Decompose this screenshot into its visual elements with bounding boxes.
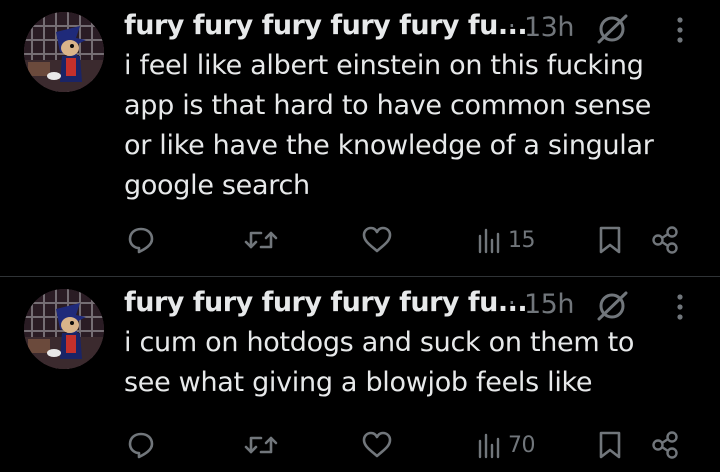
post-actions: 15 <box>0 222 720 258</box>
share-button[interactable] <box>650 222 680 258</box>
reply-button[interactable] <box>126 222 156 258</box>
views-button[interactable]: 15 <box>476 222 536 258</box>
post-timestamp[interactable]: 13h <box>524 12 574 43</box>
repost-button[interactable] <box>244 222 278 258</box>
repost-button[interactable] <box>244 427 278 463</box>
like-button[interactable] <box>361 222 393 258</box>
views-icon <box>478 228 500 254</box>
separator-dot: · <box>508 289 516 317</box>
post-text: i cum on hotdogs and suck on them to see… <box>124 323 704 403</box>
post-header: fury fury fury fury fury fu... · 13h <box>124 8 720 48</box>
post-text-line: see what giving a blowjob feels like <box>124 367 593 398</box>
views-count: 70 <box>508 432 536 458</box>
like-button[interactable] <box>361 427 393 463</box>
repost-icon <box>244 436 278 454</box>
views-icon <box>478 433 500 459</box>
avatar[interactable] <box>24 12 104 92</box>
post-text-line: app is that hard to have common sense <box>124 90 652 121</box>
share-icon <box>652 226 678 254</box>
heart-icon <box>362 431 392 458</box>
bookmark-button[interactable] <box>597 222 623 258</box>
reply-button[interactable] <box>126 427 156 463</box>
author-name[interactable]: fury fury fury fury fury fu... <box>124 287 528 318</box>
post[interactable]: fury fury fury fury fury fu... · 13h i f… <box>0 0 720 276</box>
author-name[interactable]: fury fury fury fury fury fu... <box>124 10 528 41</box>
repost-icon <box>244 231 278 249</box>
reply-icon <box>128 432 154 459</box>
avatar-image <box>24 12 104 92</box>
bookmark-icon <box>599 431 621 459</box>
slashed-circle-icon <box>595 14 629 44</box>
separator-dot: · <box>508 12 516 40</box>
avatar-image <box>24 289 104 369</box>
reply-icon <box>128 227 154 254</box>
post-timestamp[interactable]: 15h <box>524 289 574 320</box>
bookmark-button[interactable] <box>597 427 623 463</box>
post-text-line: i cum on hotdogs and suck on them to <box>124 327 635 358</box>
post[interactable]: fury fury fury fury fury fu... · 15h i c… <box>0 277 720 472</box>
post-text: i feel like albert einstein on this fuck… <box>124 46 704 206</box>
timeline-feed: fury fury fury fury fury fu... · 13h i f… <box>0 0 720 472</box>
share-button[interactable] <box>650 427 680 463</box>
post-actions: 70 <box>0 427 720 463</box>
avatar[interactable] <box>24 289 104 369</box>
bookmark-icon <box>599 226 621 254</box>
share-icon <box>652 431 678 459</box>
heart-icon <box>362 226 392 253</box>
slashed-circle-icon <box>595 291 629 321</box>
views-button[interactable]: 70 <box>476 427 536 463</box>
post-text-line: i feel like albert einstein on this fuck… <box>124 50 644 81</box>
post-text-line: or like have the knowledge of a singular <box>124 130 654 161</box>
more-options-icon[interactable] <box>670 14 690 46</box>
post-text-line: google search <box>124 170 310 201</box>
post-header: fury fury fury fury fury fu... · 15h <box>124 285 720 325</box>
views-count: 15 <box>508 227 536 253</box>
more-options-icon[interactable] <box>670 291 690 323</box>
